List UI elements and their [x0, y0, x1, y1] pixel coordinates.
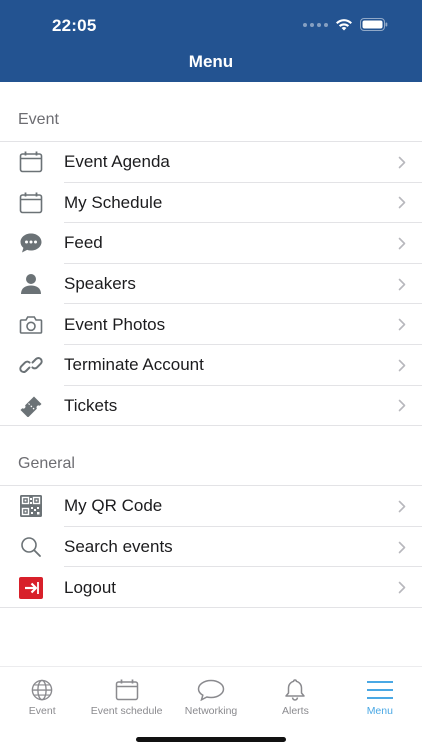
chevron-right-icon — [382, 399, 422, 412]
wifi-icon — [335, 18, 353, 31]
menu-item-label: Event Photos — [64, 314, 166, 334]
link-icon — [0, 345, 64, 386]
menu-screen: 22:05 Menu Event Event Agenda My Schedul… — [0, 0, 422, 750]
menu-item-event-photos[interactable]: Event Photos — [0, 304, 422, 345]
event-menu-list: Event Agenda My Schedule Feed Speakers E… — [0, 142, 422, 426]
tab-event[interactable]: Event — [0, 667, 84, 717]
menu-item-logout[interactable]: Logout — [0, 567, 422, 608]
section-header-event: Event — [0, 82, 422, 142]
status-time: 22:05 — [52, 16, 97, 35]
ticket-icon — [0, 386, 64, 427]
battery-icon — [360, 18, 388, 31]
camera-icon — [0, 304, 64, 345]
globe-icon — [30, 679, 54, 701]
speech-bubble-icon — [197, 679, 225, 701]
calendar-icon — [0, 183, 64, 224]
menu-item-my-schedule[interactable]: My Schedule — [0, 183, 422, 224]
menu-item-label: Logout — [64, 577, 116, 597]
bell-icon — [283, 679, 307, 701]
menu-item-event-agenda[interactable]: Event Agenda — [0, 142, 422, 183]
menu-item-my-qr-code[interactable]: My QR Code — [0, 486, 422, 527]
menu-content: Event Event Agenda My Schedule Feed Spea… — [0, 82, 422, 608]
tab-bar-items: Event Event schedule Networking Alerts M… — [0, 667, 422, 717]
tab-label: Networking — [184, 705, 238, 717]
menu-item-speakers[interactable]: Speakers — [0, 264, 422, 305]
chat-bubble-icon — [0, 223, 64, 264]
section-header-general: General — [0, 426, 422, 487]
menu-item-search-events[interactable]: Search events — [0, 527, 422, 568]
general-menu-list: My QR Code Search events Logout — [0, 486, 422, 608]
tab-alerts[interactable]: Alerts — [253, 667, 337, 717]
chevron-right-icon — [382, 196, 422, 209]
calendar-icon — [115, 679, 139, 701]
calendar-icon — [0, 142, 64, 183]
tab-bar: Event Event schedule Networking Alerts M… — [0, 666, 422, 750]
chevron-right-icon — [382, 581, 422, 594]
menu-item-terminate-account[interactable]: Terminate Account — [0, 345, 422, 386]
home-indicator[interactable] — [136, 737, 286, 742]
menu-item-label: My QR Code — [64, 496, 163, 516]
menu-item-label: My Schedule — [64, 192, 163, 212]
navigation-header: 22:05 Menu — [0, 0, 422, 82]
chevron-right-icon — [382, 541, 422, 554]
menu-item-label: Tickets — [64, 395, 118, 415]
tab-event-schedule[interactable]: Event schedule — [84, 667, 168, 717]
menu-item-label: Speakers — [64, 274, 136, 294]
tab-menu[interactable]: Menu — [338, 667, 422, 717]
menu-item-feed[interactable]: Feed — [0, 223, 422, 264]
chevron-right-icon — [382, 359, 422, 372]
logout-icon — [0, 567, 64, 608]
menu-item-label: Feed — [64, 233, 103, 253]
tab-label: Alerts — [282, 705, 309, 717]
status-indicators — [303, 18, 388, 31]
menu-item-label: Event Agenda — [64, 152, 170, 172]
page-title: Menu — [188, 52, 234, 71]
tab-networking[interactable]: Networking — [169, 667, 253, 717]
menu-item-label: Search events — [64, 537, 173, 557]
chevron-right-icon — [382, 237, 422, 250]
tab-label: Event schedule — [90, 705, 163, 717]
chevron-right-icon — [382, 278, 422, 291]
chevron-right-icon — [382, 318, 422, 331]
person-icon — [0, 264, 64, 305]
search-icon — [0, 527, 64, 568]
tab-label: Event — [28, 705, 56, 717]
chevron-right-icon — [382, 156, 422, 169]
cellular-signal-icon — [303, 22, 328, 27]
hamburger-icon — [366, 679, 394, 701]
tab-label: Menu — [366, 705, 393, 717]
qr-code-icon — [0, 486, 64, 527]
menu-item-label: Terminate Account — [64, 355, 204, 375]
menu-item-tickets[interactable]: Tickets — [0, 386, 422, 427]
chevron-right-icon — [382, 500, 422, 513]
